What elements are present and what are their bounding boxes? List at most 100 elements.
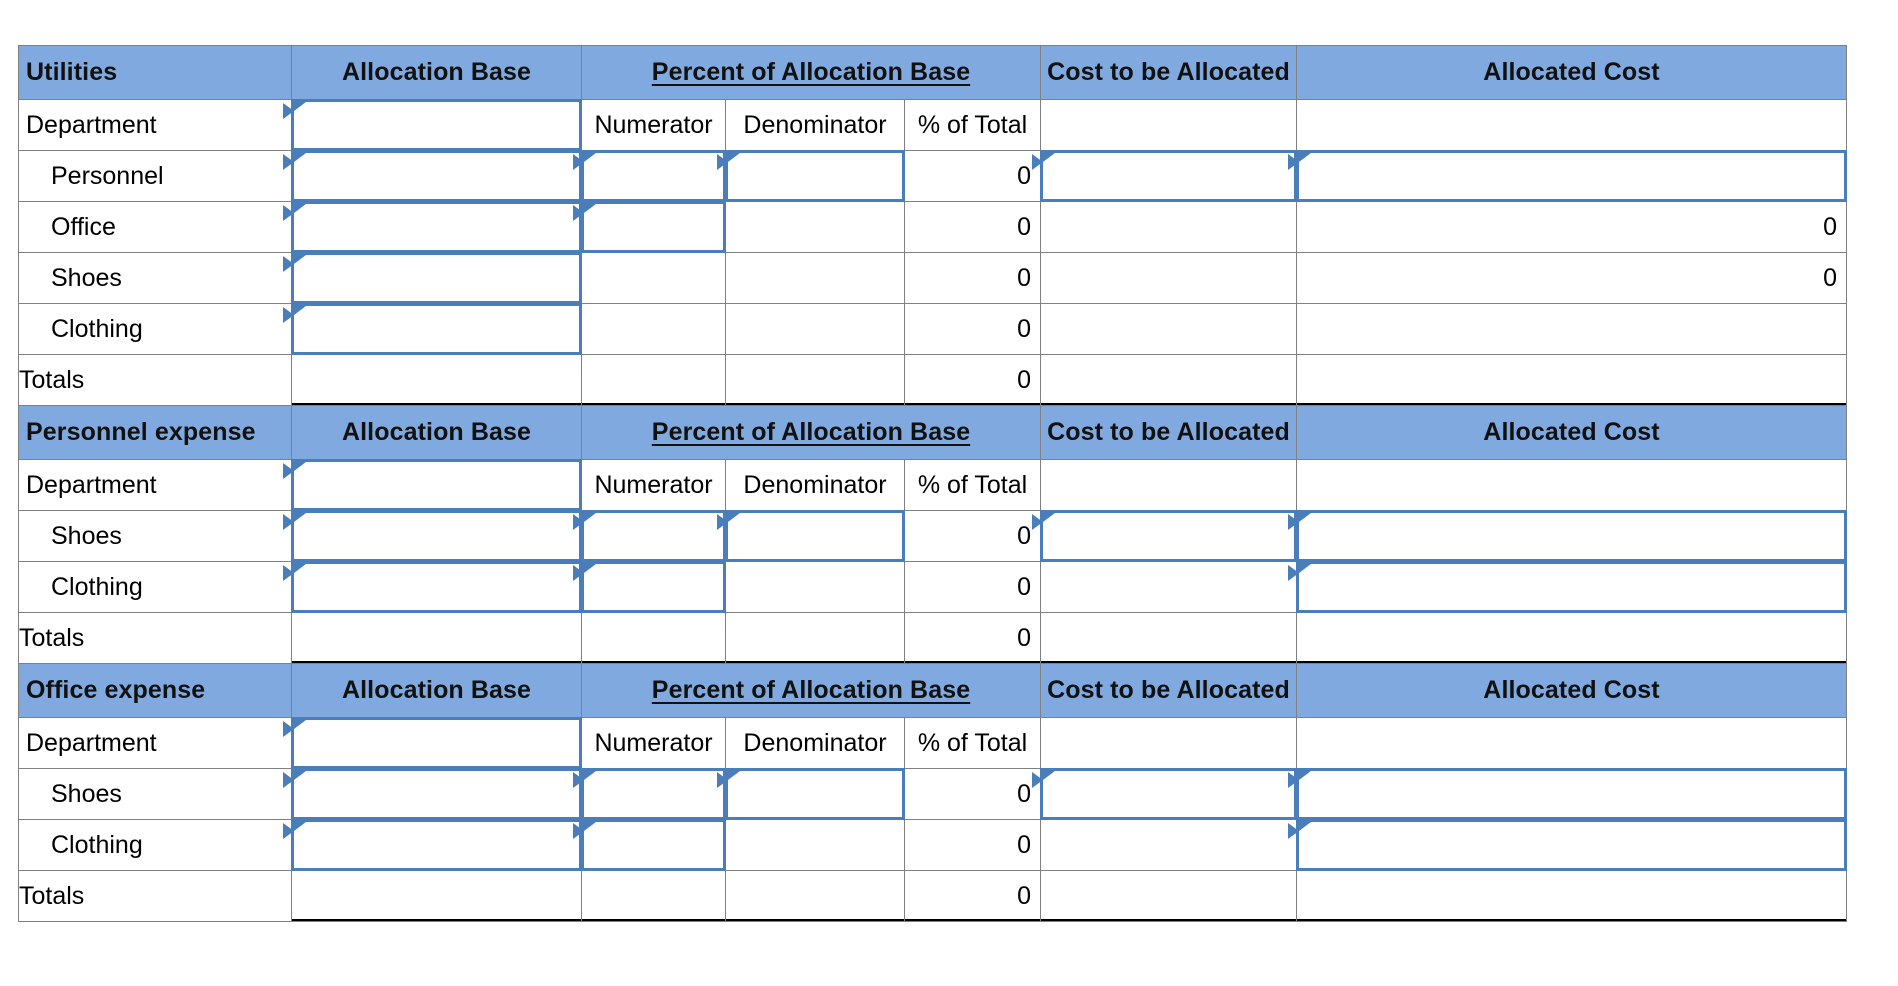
cell-selection-border[interactable] — [1288, 561, 1848, 613]
cell-pct-of-total: 0 — [903, 612, 1042, 664]
cell-selection-border[interactable] — [1032, 150, 1298, 202]
cell-selection-border[interactable] — [1288, 768, 1848, 820]
cell-selection-border[interactable] — [717, 768, 905, 820]
cell-denominator[interactable] — [717, 150, 905, 202]
cell-numerator[interactable] — [573, 150, 726, 202]
cell-selection-border[interactable] — [1032, 510, 1298, 562]
cell-selection-border[interactable] — [283, 717, 582, 769]
col-header-allocation-base: Allocation Base — [291, 663, 582, 718]
cell-allocation-base[interactable] — [283, 459, 582, 511]
cell-cost-to-be-allocated[interactable] — [1032, 510, 1298, 562]
cell-pct-of-total: 0 — [903, 561, 1042, 613]
cell-numerator[interactable] — [573, 819, 726, 871]
totals-row: Totals 0 — [18, 612, 1848, 664]
cell-pct-of-total-value: 0 — [1017, 212, 1032, 241]
col-header-percent-group: Percent of Allocation Base — [580, 405, 1042, 460]
cell-allocated-cost — [1296, 612, 1848, 664]
table-row: Clothing 0 — [18, 819, 1848, 871]
cell-allocated-cost[interactable] — [1288, 150, 1848, 202]
cell-pct-of-total: 0 — [903, 201, 1042, 253]
col-header-allocation-base: Allocation Base — [291, 405, 582, 460]
cell-selection-border[interactable] — [283, 459, 582, 511]
cell-selection-border[interactable] — [717, 150, 905, 202]
cell-pct-of-total: 0 — [903, 303, 1042, 355]
cell-selection-border[interactable] — [283, 561, 582, 613]
cell-numerator[interactable] — [573, 561, 726, 613]
cell-marker-triangle — [1288, 822, 1312, 840]
cell-allocation-base[interactable] — [283, 768, 582, 820]
cell-numerator — [581, 612, 726, 664]
cell-denominator[interactable] — [717, 510, 905, 562]
section-header-row: Personnel expense Allocation Base Percent … — [18, 405, 1848, 460]
cell-denominator — [725, 354, 905, 406]
cell-allocated-cost[interactable] — [1288, 768, 1848, 820]
cell-selection-border[interactable] — [573, 561, 726, 613]
cell-denominator[interactable] — [717, 768, 905, 820]
cell-selection-border[interactable] — [1288, 819, 1848, 871]
cell-numerator[interactable] — [573, 768, 726, 820]
col-header-cost-to-be-allocated: Cost to be Allocated — [1040, 45, 1298, 100]
table-row: Department Numerator Denominator% of Total — [18, 459, 1848, 511]
cell-allocated-cost[interactable] — [1288, 561, 1848, 613]
cell-selection-border[interactable] — [283, 819, 582, 871]
cell-allocation-base[interactable] — [283, 819, 582, 871]
col-header-percent-group-label: Percent of Allocation Base — [651, 676, 971, 704]
cell-pct-of-total: 0 — [903, 768, 1042, 820]
cell-selection-border[interactable] — [283, 510, 582, 562]
col-header-allocated-cost: Allocated Cost — [1296, 405, 1848, 460]
cell-selection-border[interactable] — [573, 510, 726, 562]
cell-selection-border[interactable] — [283, 150, 582, 202]
cell-numerator — [581, 870, 726, 922]
cell-marker-triangle — [573, 204, 596, 222]
cell-cost-to-be-allocated — [1040, 303, 1298, 355]
cell-allocated-cost[interactable] — [1288, 510, 1848, 562]
cell-selection-border[interactable] — [1032, 768, 1298, 820]
row-label: Totals — [18, 354, 292, 406]
section-header-row: Utilities Allocation Base Percent of Alloc… — [18, 45, 1848, 100]
row-label: Totals — [18, 870, 292, 922]
cell-cost-to-be-allocated[interactable] — [1032, 150, 1298, 202]
col-header-percent-group: Percent of Allocation Base — [580, 45, 1042, 100]
cell-selection-border[interactable] — [283, 99, 582, 151]
cell-denominator — [725, 819, 905, 871]
cell-cost-to-be-allocated — [1040, 99, 1298, 151]
cell-allocated-cost-value: 0 — [1823, 263, 1838, 292]
cell-cost-to-be-allocated[interactable] — [1032, 768, 1298, 820]
cell-numerator[interactable] — [573, 510, 726, 562]
cell-selection-border[interactable] — [283, 303, 582, 355]
cell-numerator — [581, 252, 726, 304]
col-header-pct-of-total: % of Total — [903, 459, 1042, 511]
cell-allocated-cost[interactable] — [1288, 819, 1848, 871]
cell-numerator[interactable] — [573, 201, 726, 253]
cell-marker-triangle — [717, 771, 740, 789]
cell-allocation-base[interactable] — [283, 561, 582, 613]
cell-pct-of-total: 0 — [903, 150, 1042, 202]
cell-allocation-base[interactable] — [283, 510, 582, 562]
cell-marker-triangle — [283, 204, 306, 222]
cell-allocation-base[interactable] — [283, 252, 582, 304]
cell-numerator — [581, 354, 726, 406]
cell-selection-border[interactable] — [1288, 150, 1848, 202]
cell-cost-to-be-allocated — [1040, 819, 1298, 871]
cell-pct-of-total-value: 0 — [1017, 779, 1032, 808]
cell-marker-triangle — [283, 462, 306, 480]
cell-selection-border[interactable] — [1288, 510, 1848, 562]
cell-selection-border[interactable] — [717, 510, 905, 562]
cell-allocation-base[interactable] — [283, 717, 582, 769]
cell-denominator — [725, 612, 905, 664]
cell-pct-of-total: 0 — [903, 354, 1042, 406]
cell-allocated-cost: 0 — [1296, 252, 1848, 304]
cell-allocation-base[interactable] — [283, 303, 582, 355]
cell-selection-border[interactable] — [283, 252, 582, 304]
cell-selection-border[interactable] — [573, 201, 726, 253]
cell-selection-border[interactable] — [573, 768, 726, 820]
cell-denominator — [725, 252, 905, 304]
cell-selection-border[interactable] — [573, 819, 726, 871]
cell-selection-border[interactable] — [283, 768, 582, 820]
cell-selection-border[interactable] — [283, 201, 582, 253]
cell-allocation-base[interactable] — [283, 99, 582, 151]
cell-allocation-base[interactable] — [283, 201, 582, 253]
cell-allocation-base[interactable] — [283, 150, 582, 202]
cell-selection-border[interactable] — [573, 150, 726, 202]
col-header-cost-to-be-allocated: Cost to be Allocated — [1040, 663, 1298, 718]
